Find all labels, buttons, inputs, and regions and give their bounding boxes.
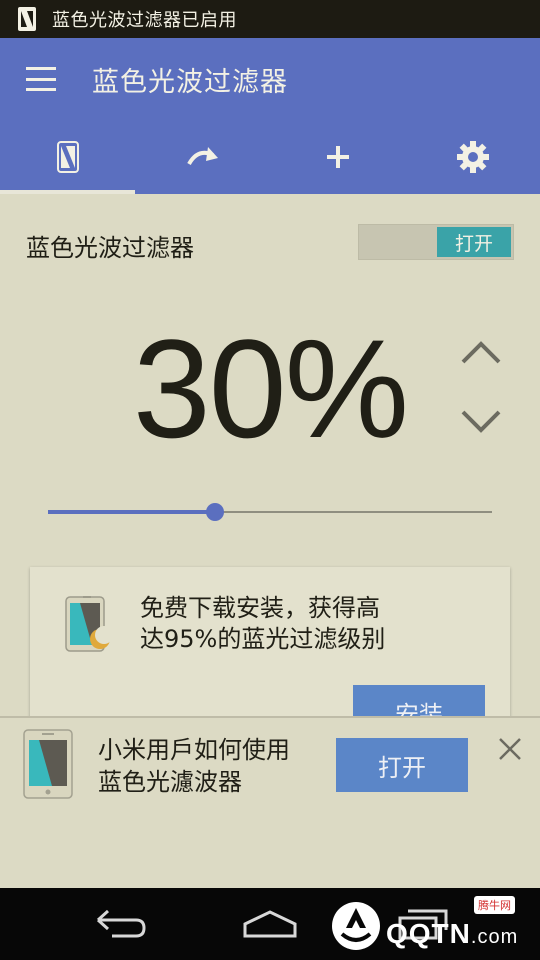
- intensity-slider[interactable]: [48, 500, 492, 524]
- promo-line-2: 达95%的蓝光过滤级别: [140, 625, 386, 653]
- phone-filter-icon: [18, 7, 36, 31]
- tab-schedule[interactable]: [135, 120, 270, 194]
- banner-line-2: 蓝色光濾波器: [98, 768, 242, 796]
- chevron-up-icon[interactable]: [458, 334, 504, 374]
- status-bar: 蓝色光波过滤器已启用: [0, 0, 540, 38]
- slider-fill: [48, 510, 215, 514]
- status-notification-text: 蓝色光波过滤器已启用: [52, 10, 237, 31]
- hamburger-menu-icon[interactable]: [26, 67, 56, 91]
- redo-arrow-icon: [186, 147, 218, 166]
- promo-line-1: 免费下载安装，获得高: [140, 594, 380, 622]
- phone-filter-icon: [56, 141, 79, 173]
- app-promo-icon: [65, 596, 113, 652]
- promo-card: 免费下载安装，获得高 达95%的蓝光过滤级别 安装: [30, 567, 510, 727]
- tab-add[interactable]: [270, 120, 405, 194]
- filter-row: 蓝色光波过滤器 打开: [26, 224, 514, 262]
- watermark-text: QQTN.com: [386, 918, 519, 949]
- watermark: 腾牛网 QQTN.com: [330, 896, 536, 956]
- plus-icon: [326, 146, 349, 168]
- slider-thumb[interactable]: [205, 503, 224, 521]
- close-icon[interactable]: [497, 736, 523, 762]
- tab-filter[interactable]: [0, 120, 135, 194]
- watermark-badge: 腾牛网: [474, 896, 515, 914]
- toggle-on-label: 打开: [437, 227, 511, 257]
- tab-settings[interactable]: [405, 120, 540, 194]
- filter-toggle[interactable]: 打开: [358, 224, 514, 260]
- watermark-logo-icon: [332, 902, 380, 950]
- banner-line-1: 小米用戶如何使用: [98, 736, 290, 764]
- promo-text: 免费下载安装，获得高 达95%的蓝光过滤级别: [140, 593, 480, 655]
- banner-open-button[interactable]: 打开: [336, 738, 468, 792]
- app-banner-icon: [23, 729, 73, 799]
- tab-bar: [0, 120, 540, 194]
- back-icon[interactable]: [92, 906, 148, 940]
- home-icon[interactable]: [242, 906, 298, 940]
- filter-label: 蓝色光波过滤器: [26, 234, 194, 262]
- gear-icon: [456, 141, 489, 173]
- app-title: 蓝色光波过滤器: [92, 66, 288, 98]
- banner-text: 小米用戶如何使用 蓝色光濾波器: [98, 734, 290, 798]
- bottom-banner: 小米用戶如何使用 蓝色光濾波器 打开: [0, 716, 540, 888]
- chevron-down-icon[interactable]: [458, 400, 504, 440]
- app-bar: 蓝色光波过滤器: [0, 38, 540, 120]
